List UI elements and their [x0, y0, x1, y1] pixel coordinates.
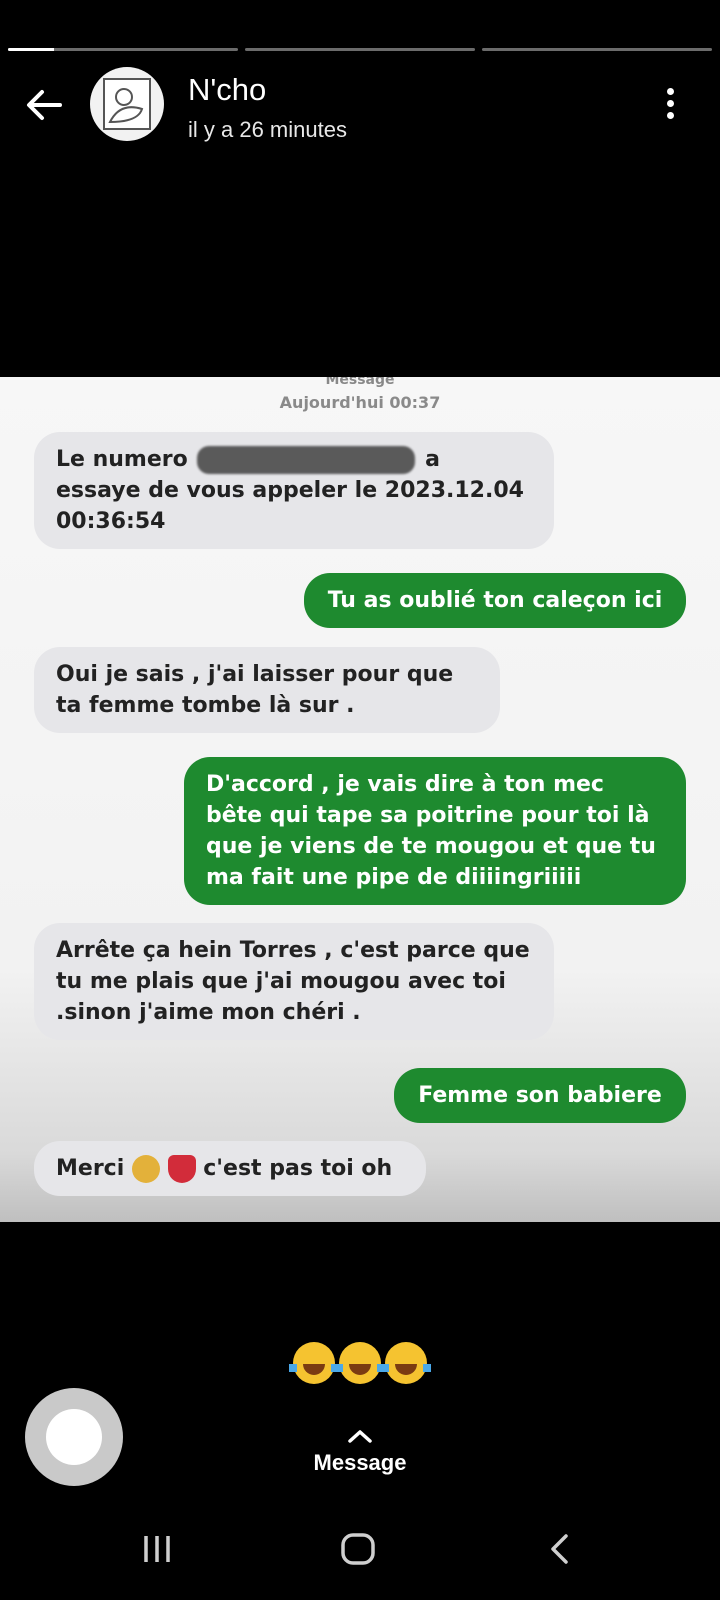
received-message: Oui je sais , j'ai laisser pour que ta f…: [34, 647, 500, 733]
page-title: N'cho: [188, 72, 267, 107]
caption-emojis: [0, 1342, 720, 1384]
sent-message: Tu as oublié ton caleçon ici: [304, 573, 686, 628]
story-segment: [245, 48, 475, 51]
story-image: Message Aujourd'hui 00:37 Le numero a es…: [0, 377, 720, 1222]
story-segment: [8, 48, 238, 51]
sent-message: Femme son babiere: [394, 1068, 686, 1123]
chat-header-time: Aujourd'hui 00:37: [279, 393, 441, 412]
laughing-face-icon: [381, 1342, 431, 1384]
laughing-face-icon: [289, 1342, 339, 1384]
avatar[interactable]: [90, 67, 164, 141]
laughing-face-icon: [335, 1342, 385, 1384]
received-message: Le numero a essaye de vous appeler le 20…: [34, 432, 554, 549]
home-icon[interactable]: [340, 1532, 376, 1571]
back-arrow-icon[interactable]: [22, 83, 66, 127]
crying-face-icon: [131, 1155, 160, 1183]
reply-message-button[interactable]: Message: [0, 1428, 720, 1476]
recent-apps-icon[interactable]: [140, 1532, 174, 1571]
story-segment: [482, 48, 712, 51]
received-message: Arrête ça hein Torres , c'est parce que …: [34, 923, 554, 1040]
redacted-number: [197, 446, 416, 474]
back-nav-icon[interactable]: [546, 1532, 574, 1571]
chevron-up-icon: [348, 1430, 372, 1443]
broken-heart-icon: [167, 1155, 196, 1183]
reply-label: Message: [313, 1450, 407, 1475]
chat-header-label: Message: [325, 377, 395, 388]
received-message: Merci c'est pas toi oh: [34, 1141, 426, 1196]
sent-message: D'accord , je vais dire à ton mec bête q…: [184, 757, 686, 905]
story-progress: [8, 48, 712, 51]
post-time: il y a 26 minutes: [188, 117, 347, 142]
system-navigation-bar: [0, 1532, 720, 1580]
more-options-icon[interactable]: [664, 88, 676, 124]
